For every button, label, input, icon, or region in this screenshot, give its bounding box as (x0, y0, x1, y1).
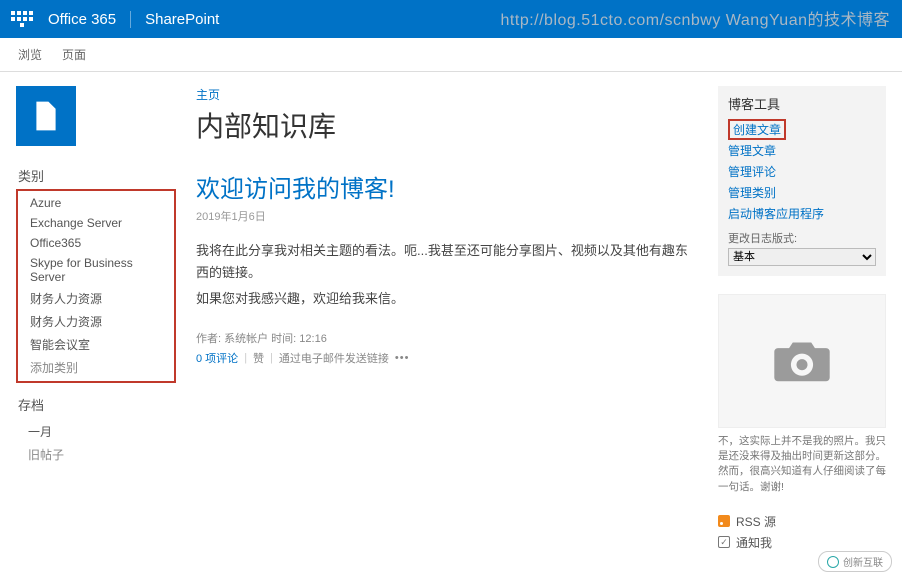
category-item[interactable]: 财务人力资源 (20, 310, 174, 333)
post-meta: 作者: 系统帐户 时间: 12:16 (196, 330, 698, 346)
tool-item-manage-comments[interactable]: 管理评论 (728, 161, 876, 182)
email-link-button[interactable]: 通过电子邮件发送链接 (279, 350, 389, 366)
tool-item-create[interactable]: 创建文章 (728, 119, 786, 140)
about-photo-placeholder (718, 294, 886, 428)
page-title: 内部知识库 (196, 105, 698, 145)
app-launcher-icon[interactable] (10, 7, 34, 31)
category-item[interactable]: 财务人力资源 (20, 287, 174, 310)
site-logo[interactable] (16, 86, 76, 146)
category-item[interactable]: 智能会议室 (20, 333, 174, 356)
rss-icon (718, 515, 730, 527)
archive-item[interactable]: 一月 (18, 420, 176, 443)
brand-badge-icon (827, 556, 839, 568)
notify-icon: ✓ (718, 536, 730, 548)
separator: | (244, 352, 247, 364)
nav-archive-title: 存档 (18, 395, 176, 414)
post-body: 我将在此分享我对相关主题的看法。呃...我甚至还可能分享图片、视频以及其他有趣东… (196, 240, 698, 310)
layout-format-label: 更改日志版式: (728, 230, 876, 246)
tool-item-launch-app[interactable]: 启动博客应用程序 (728, 203, 876, 224)
nav-categories-list: Azure Exchange Server Office365 Skype fo… (16, 189, 176, 383)
post-actions: 0 项评论 | 赞 | 通过电子邮件发送链接 ••• (196, 350, 698, 366)
rss-link[interactable]: RSS 源 (718, 511, 886, 532)
nav-archive-list: 一月 旧帖子 (16, 418, 176, 468)
tool-item-manage-posts[interactable]: 管理文章 (728, 140, 876, 161)
suite-app[interactable]: SharePoint (131, 11, 219, 28)
tab-page[interactable]: 页面 (62, 46, 86, 63)
layout-format-select[interactable]: 基本 (728, 248, 876, 266)
post-paragraph: 如果您对我感兴趣，欢迎给我来信。 (196, 288, 698, 310)
brand-badge: 创新互联 (818, 551, 892, 572)
notify-label: 通知我 (736, 534, 772, 551)
category-item[interactable]: Azure (20, 193, 174, 213)
ribbon-tabs: 浏览 页面 (0, 38, 902, 72)
category-item[interactable]: Exchange Server (20, 213, 174, 233)
about-photo-caption: 不，这实际上并不是我的照片。我只是还没来得及抽出时间更新这部分。然而，很高兴知道… (718, 434, 886, 495)
add-category-link[interactable]: 添加类别 (20, 356, 174, 379)
more-actions-icon[interactable]: ••• (395, 352, 410, 364)
rss-label: RSS 源 (736, 513, 776, 530)
comments-link[interactable]: 0 项评论 (196, 350, 238, 366)
post-title: 欢迎访问我的博客! (196, 169, 698, 204)
blog-tools-title: 博客工具 (728, 94, 876, 113)
tool-item-manage-categories[interactable]: 管理类别 (728, 182, 876, 203)
nav-categories-title: 类别 (18, 166, 176, 185)
post-title-link[interactable]: 欢迎访问我的博客! (196, 169, 698, 204)
separator: | (270, 352, 273, 364)
older-posts-link[interactable]: 旧帖子 (18, 443, 176, 466)
brand-badge-text: 创新互联 (843, 554, 883, 569)
post-paragraph: 我将在此分享我对相关主题的看法。呃...我甚至还可能分享图片、视频以及其他有趣东… (196, 240, 698, 284)
suite-brand[interactable]: Office 365 (48, 11, 131, 28)
blog-tools-list: 创建文章 管理文章 管理评论 管理类别 启动博客应用程序 (728, 119, 876, 224)
blog-tools-panel: 博客工具 创建文章 管理文章 管理评论 管理类别 启动博客应用程序 更改日志版式… (718, 86, 886, 276)
sharepoint-logo-icon (31, 98, 61, 134)
notify-link[interactable]: ✓ 通知我 (718, 532, 886, 553)
category-item[interactable]: Skype for Business Server (20, 253, 174, 287)
camera-icon (772, 337, 832, 385)
post-date: 2019年1月6日 (196, 208, 698, 224)
suite-bar: Office 365 SharePoint (0, 0, 902, 38)
tab-browse[interactable]: 浏览 (18, 46, 42, 63)
breadcrumb-home[interactable]: 主页 (196, 88, 220, 102)
like-button[interactable]: 赞 (253, 350, 264, 366)
category-item[interactable]: Office365 (20, 233, 174, 253)
